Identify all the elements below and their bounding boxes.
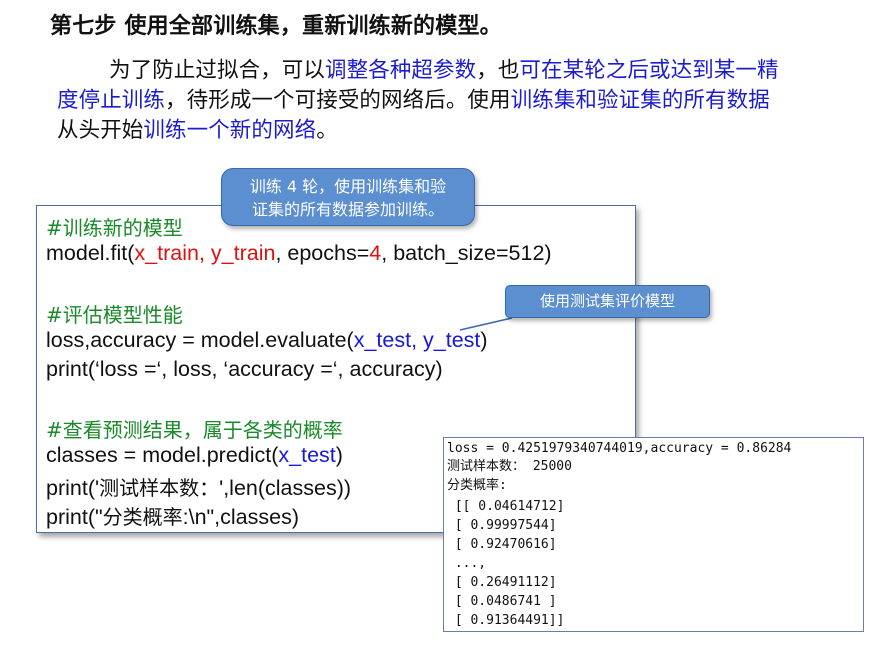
epochs-callout: 训练 4 轮，使用训练集和验 证集的所有数据参加训练。 — [221, 168, 475, 226]
paragraph-line-3: 从头开始训练一个新的网络。 — [57, 116, 867, 146]
paragraph-text: 。 — [316, 118, 338, 143]
highlight-text: 度停止训练 — [57, 88, 166, 113]
code-text: model.fit( — [46, 241, 135, 265]
callout-text: 训练 4 轮，使用训练集和验 — [249, 177, 447, 196]
code-arg-test-data: x_test — [278, 443, 336, 467]
paragraph-line-1: 为了防止过拟合，可以调整各种超参数，也可在某轮之后或达到某一精 — [57, 56, 867, 86]
output-line: [[ 0.04614712] — [447, 499, 565, 514]
output-line: [ 0.91364491]] — [447, 613, 565, 628]
code-text: ) — [480, 328, 488, 352]
output-line: 分类概率: — [447, 478, 507, 493]
code-text: , epochs= — [275, 241, 370, 265]
paragraph-text: ，也 — [476, 58, 520, 83]
test-eval-callout: 使用测试集评价模型 — [505, 285, 710, 318]
code-text: ) — [335, 443, 343, 467]
output-line: [ 0.26491112] — [447, 575, 557, 590]
code-text: classes = model.predict( — [46, 443, 279, 467]
code-text: ',len(classes)) — [219, 476, 352, 500]
output-line: ..., — [447, 556, 487, 571]
code-comment-train: #训练新的模型 — [46, 216, 183, 240]
callout-text: 证集的所有数据参加训练。 — [251, 200, 444, 219]
code-comment-predict: #查看预测结果，属于各类的概率 — [46, 418, 343, 442]
code-text: print(" — [46, 505, 103, 529]
code-line-fit: model.fit(x_train, y_train, epochs=4, ba… — [46, 241, 552, 266]
highlight-text: 可在某轮之后或达到某一精 — [519, 58, 779, 83]
output-line: 测试样本数： 25000 — [447, 459, 572, 474]
code-line-print-loss: print(‘loss =‘, loss, ‘accuracy =‘, accu… — [46, 357, 443, 381]
code-arg-epochs: 4 — [369, 241, 382, 265]
code-text: print(' — [46, 476, 100, 500]
paragraph-text: 从头开始 — [57, 118, 144, 143]
highlight-text: 训练集和验证集的所有数据 — [510, 88, 770, 113]
step-title: 第七步 使用全部训练集，重新训练新的模型。 — [50, 14, 502, 39]
paragraph-line-2: 度停止训练，待形成一个可接受的网络后。使用训练集和验证集的所有数据 — [57, 86, 867, 116]
code-arg-test-data: x_test, y_test — [353, 328, 481, 352]
output-line: [ 0.0486741 ] — [447, 594, 557, 609]
code-comment-evaluate: #评估模型性能 — [46, 303, 183, 327]
paragraph-text: ，待形成一个可接受的网络后。使用 — [165, 88, 511, 113]
highlight-text: 调整各种超参数 — [325, 58, 477, 83]
code-line-print-probs: print("分类概率:\n",classes) — [46, 501, 299, 530]
explanation-paragraph: 为了防止过拟合，可以调整各种超参数，也可在某轮之后或达到某一精 度停止训练，待形… — [57, 56, 867, 146]
code-line-print-count: print('测试样本数：',len(classes)) — [46, 472, 351, 501]
code-line-evaluate: loss,accuracy = model.evaluate(x_test, y… — [46, 328, 488, 353]
output-line: [ 0.99997544] — [447, 518, 557, 533]
code-text: :\n",classes) — [182, 505, 299, 529]
highlight-text: 训练一个新的网络 — [143, 118, 317, 143]
output-line: loss = 0.4251979340744019,accuracy = 0.8… — [447, 441, 792, 456]
code-text: 测试样本数： — [99, 476, 220, 500]
output-line: [ 0.92470616] — [447, 537, 557, 552]
code-text: 分类概率 — [102, 505, 183, 529]
code-text: , batch_size=512) — [381, 241, 552, 265]
console-output: loss = 0.4251979340744019,accuracy = 0.8… — [443, 437, 864, 632]
code-arg-train-data: x_train, y_train — [134, 241, 276, 265]
code-text: loss,accuracy = model.evaluate( — [46, 328, 354, 352]
code-line-predict: classes = model.predict(x_test) — [46, 443, 343, 468]
paragraph-text: 为了防止过拟合，可以 — [109, 58, 326, 83]
